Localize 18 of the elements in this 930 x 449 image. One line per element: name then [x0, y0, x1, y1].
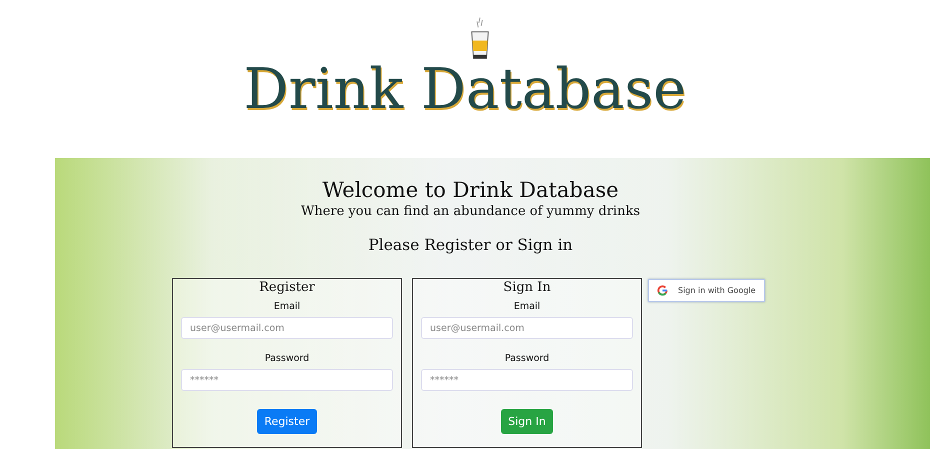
- input-field[interactable]: user@usermail.com: [181, 317, 393, 339]
- g-logo-icon: [657, 285, 668, 296]
- input-field[interactable]: ******: [421, 369, 633, 391]
- form-title: Sign In: [503, 280, 551, 295]
- field-label: Email: [514, 301, 540, 312]
- form-title: Register: [259, 280, 315, 295]
- sign-in-prompt: Please Register or Sign in: [368, 236, 573, 254]
- submit-button[interactable]: Register: [257, 409, 317, 434]
- field-label: Password: [504, 353, 550, 364]
- input-field[interactable]: ******: [181, 369, 393, 391]
- welcome-subheading: Where you can find an abundance of yummy drinks: [300, 204, 640, 219]
- logo-title: Drink Database: [244, 59, 686, 121]
- submit-button[interactable]: Sign In: [501, 409, 553, 434]
- input-field[interactable]: user@usermail.com: [421, 317, 633, 339]
- field-label: Email: [274, 301, 300, 312]
- welcome-heading: Welcome to Drink Database: [322, 178, 619, 202]
- field-label: Password: [264, 353, 310, 364]
- google-sign-in-button[interactable]: Sign in with Google: [648, 279, 765, 302]
